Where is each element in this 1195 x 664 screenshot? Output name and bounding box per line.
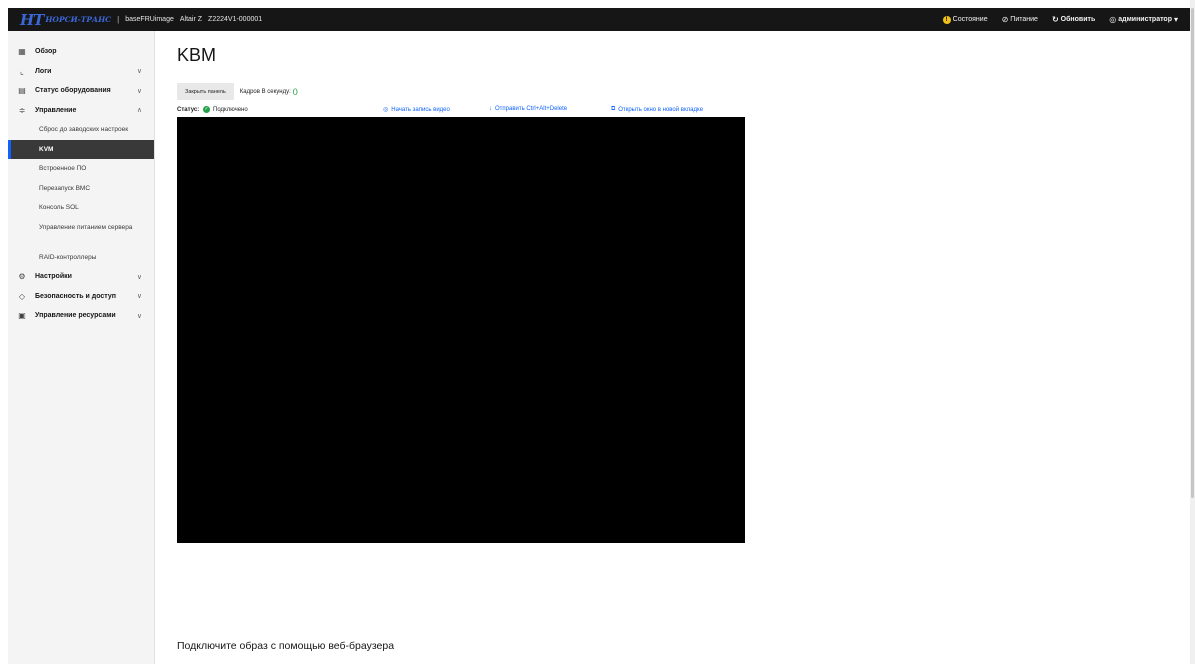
record-video-link[interactable]: ◎ Начать запись видео bbox=[383, 106, 450, 114]
status-indicator: ✓ Подключено bbox=[203, 106, 248, 113]
send-ctrl-alt-delete-link[interactable]: ↓ Отправить Ctrl+Alt+Delete bbox=[489, 106, 567, 112]
arrow-down-icon: ↓ bbox=[489, 106, 492, 112]
page-title: KBM bbox=[177, 45, 217, 65]
send-cad-label: Отправить Ctrl+Alt+Delete bbox=[495, 106, 568, 112]
main-content: KBM Закрыть панель Кадров В секунду: 0 С… bbox=[177, 31, 1195, 652]
chevron-down-icon: ∨ bbox=[136, 273, 142, 281]
dashboard-icon: ▦ bbox=[18, 47, 26, 57]
sidebar-item-operations[interactable]: ≑ Управление ∧ bbox=[8, 101, 154, 121]
model-name: Altair Z bbox=[179, 16, 203, 23]
image-name: baseFRUimage bbox=[125, 16, 174, 23]
sidebar-item-label: Статус оборудования bbox=[35, 87, 111, 95]
sidebar-item-label: Управление ресурсами bbox=[35, 312, 116, 320]
warning-icon: ! bbox=[942, 15, 951, 24]
checkmark-icon: ✓ bbox=[203, 106, 210, 113]
scrollbar-thumb[interactable] bbox=[1191, 8, 1194, 498]
kvm-console-screen[interactable] bbox=[177, 117, 745, 543]
sidebar-item-label: Безопасность и доступ bbox=[35, 292, 116, 300]
shield-icon: ◇ bbox=[18, 291, 26, 301]
settings-adjust-icon: ≑ bbox=[18, 105, 26, 115]
chevron-down-icon: ∨ bbox=[136, 293, 142, 301]
serial-number: Z2224V1-000001 bbox=[208, 16, 263, 23]
sidebar-subitem-factory-reset[interactable]: Сброс до заводских настроек bbox=[8, 120, 154, 140]
power-status-button[interactable]: ⊘ Питание bbox=[1002, 15, 1038, 24]
refresh-button[interactable]: ↻ Обновить bbox=[1052, 15, 1095, 24]
page-scrollbar[interactable] bbox=[1190, 0, 1195, 664]
power-icon: ⊘ bbox=[1001, 15, 1009, 24]
virtual-media-title: Подключите образ с помощью веб-браузера bbox=[177, 640, 395, 652]
close-panel-button[interactable]: Закрыть панель bbox=[177, 83, 234, 100]
fps-label: Кадров В секунду: bbox=[239, 88, 291, 95]
health-status-button[interactable]: ! Состояние bbox=[942, 15, 988, 24]
kvm-controls: Закрыть панель Кадров В секунду: 0 bbox=[177, 83, 1195, 100]
caret-down-icon: ▾ bbox=[1173, 15, 1178, 24]
user-icon: ◎ bbox=[1109, 15, 1117, 24]
sidebar-subitem-server-power[interactable]: Управление питанием сервера bbox=[8, 218, 154, 248]
document-icon: ▤ bbox=[18, 86, 26, 96]
sidebar-subitem-sol-console[interactable]: Консоль SOL bbox=[8, 198, 154, 218]
launch-icon: ⧉ bbox=[611, 106, 616, 112]
sidebar-nav: ▦ Обзор ⌞ Логи ∨ ▤ Статус оборудования ∨… bbox=[8, 31, 154, 326]
sidebar-item-logs[interactable]: ⌞ Логи ∨ bbox=[8, 62, 154, 82]
user-menu-button[interactable]: ◎ администратор ▾ bbox=[1109, 15, 1178, 24]
status-label: Статус: bbox=[177, 107, 200, 113]
open-new-tab-link[interactable]: ⧉ Открыть окно в новой вкладке bbox=[611, 106, 703, 113]
sidebar-item-label: Логи bbox=[35, 67, 52, 75]
chevron-down-icon: ∨ bbox=[136, 87, 142, 95]
sidebar-item-resources[interactable]: ▣ Управление ресурсами ∨ bbox=[8, 306, 154, 326]
sidebar-item-settings[interactable]: ⚙ Настройки ∨ bbox=[8, 267, 154, 287]
sidebar-item-overview[interactable]: ▦ Обзор bbox=[8, 42, 154, 62]
sidebar-subitem-reboot-bmc[interactable]: Перезапуск BMC bbox=[8, 179, 154, 199]
status-value: Подключено bbox=[213, 106, 248, 113]
refresh-icon: ↻ bbox=[1051, 15, 1059, 24]
user-label: администратор bbox=[1118, 16, 1172, 23]
sidebar-item-hardware-status[interactable]: ▤ Статус оборудования ∨ bbox=[8, 81, 154, 101]
chevron-down-icon: ∨ bbox=[136, 68, 142, 76]
chevron-down-icon: ∨ bbox=[136, 312, 142, 320]
resources-icon: ▣ bbox=[18, 311, 26, 321]
top-header: НТ НОРСИ-ТРАНС | baseFRUimage Altair Z Z… bbox=[8, 8, 1190, 31]
power-status-label: Питание bbox=[1010, 16, 1038, 23]
header-separator: | bbox=[117, 15, 120, 24]
health-status-label: Состояние bbox=[952, 16, 988, 23]
chart-icon: ⌞ bbox=[20, 66, 24, 76]
refresh-label: Обновить bbox=[1060, 16, 1096, 23]
record-video-label: Начать запись видео bbox=[391, 106, 450, 113]
fps-value: 0 bbox=[292, 86, 298, 97]
sidebar-subitem-kvm[interactable]: KVM bbox=[8, 139, 154, 159]
sidebar: ▦ Обзор ⌞ Логи ∨ ▤ Статус оборудования ∨… bbox=[8, 31, 155, 664]
sidebar-item-security[interactable]: ◇ Безопасность и доступ ∨ bbox=[8, 287, 154, 307]
chevron-up-icon: ∧ bbox=[136, 107, 142, 115]
sidebar-item-label: Управление bbox=[35, 106, 77, 114]
logo-mark: НТ bbox=[20, 10, 44, 29]
sidebar-item-label: Обзор bbox=[35, 48, 57, 56]
record-icon: ◎ bbox=[383, 107, 389, 113]
sidebar-subitem-firmware[interactable]: Встроенное ПО bbox=[8, 159, 154, 179]
open-new-tab-label: Открыть окно в новой вкладке bbox=[618, 106, 704, 113]
gear-icon: ⚙ bbox=[18, 272, 26, 282]
logo-text: НОРСИ-ТРАНС bbox=[45, 15, 112, 24]
sidebar-subitem-raid[interactable]: RAID-контроллеры bbox=[8, 248, 154, 268]
sidebar-item-label: Настройки bbox=[35, 273, 72, 281]
kvm-status-row: Статус: ✓ Подключено ◎ Начать запись вид… bbox=[177, 105, 745, 117]
logo: НТ НОРСИ-ТРАНС bbox=[20, 11, 111, 29]
